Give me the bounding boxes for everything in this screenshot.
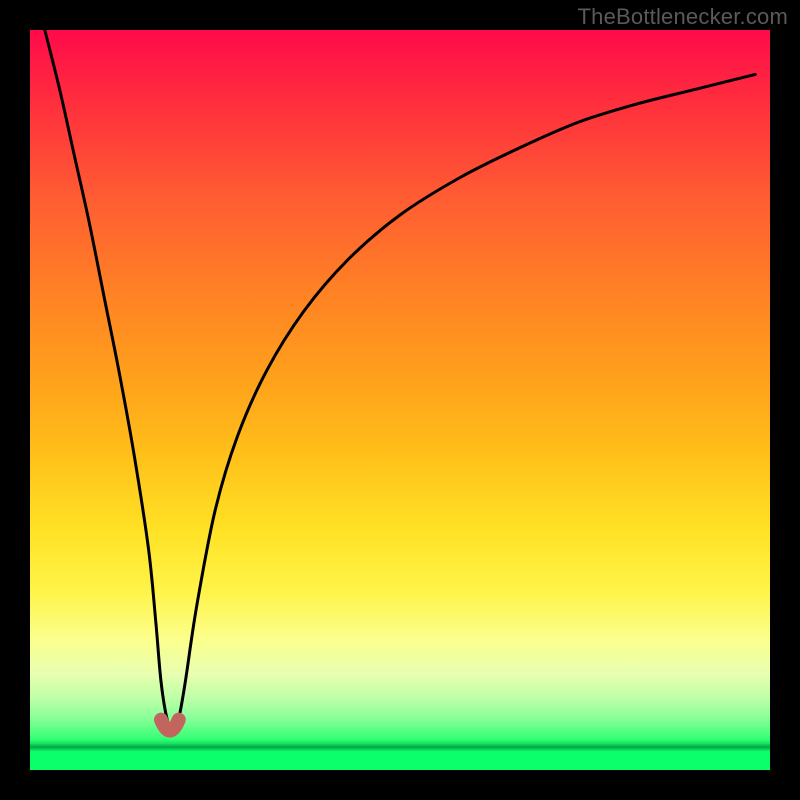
watermark-text: TheBottlenecker.com bbox=[578, 4, 788, 30]
plot-area bbox=[30, 30, 770, 770]
curve-layer bbox=[30, 30, 770, 770]
notch-right-dot bbox=[173, 714, 185, 726]
notch-left-dot bbox=[155, 714, 167, 726]
chart-frame: TheBottlenecker.com bbox=[0, 0, 800, 800]
bottleneck-curve bbox=[45, 30, 755, 729]
